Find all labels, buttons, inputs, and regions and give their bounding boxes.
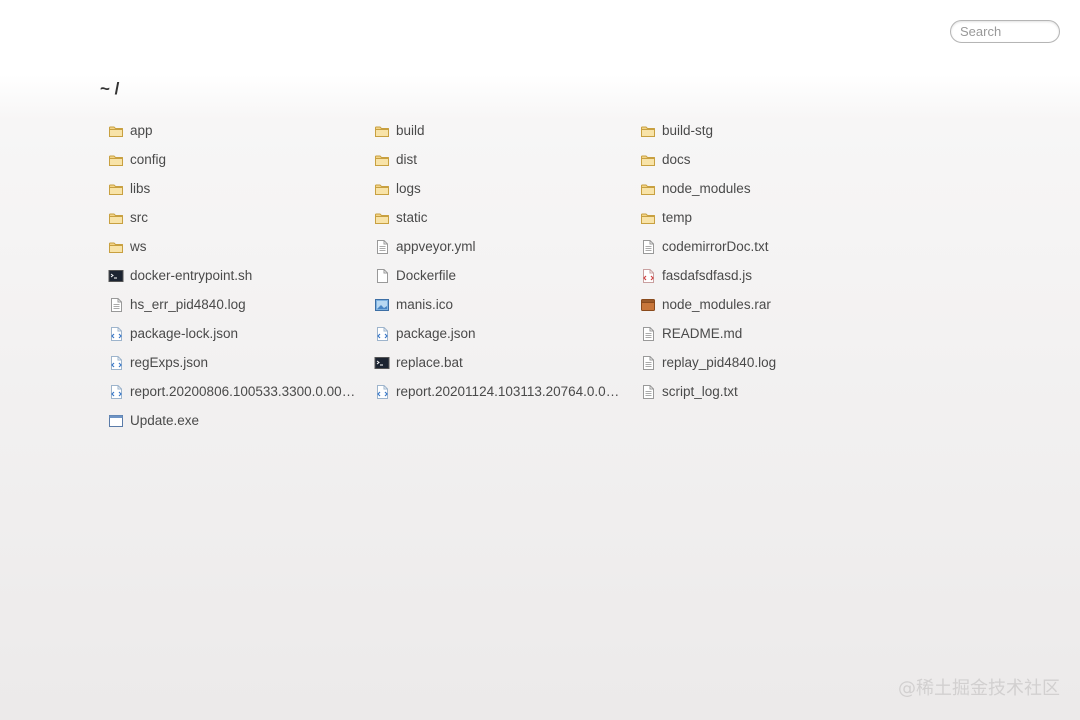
folder-icon [108,181,124,197]
file-item-appveyor-yml[interactable]: appveyor.yml [374,232,640,261]
file-item-dist[interactable]: dist [374,145,640,174]
file-item-hs-err-pid4840-log[interactable]: hs_err_pid4840.log [108,290,374,319]
file-name: app [130,123,153,138]
file-item-libs[interactable]: libs [108,174,374,203]
folder-icon [640,123,656,139]
file-name: node_modules.rar [662,297,771,312]
search-box [950,20,1060,43]
file-name: README.md [662,326,743,341]
file-item-report-20200806[interactable]: report.20200806.100533.3300.0.001.json [108,377,374,406]
folder-icon [108,123,124,139]
file-item-package-lock-json[interactable]: package-lock.json [108,319,374,348]
file-name: Update.exe [130,413,200,428]
file-item-script-log-txt[interactable]: script_log.txt [640,377,906,406]
file-name: node_modules [662,181,751,196]
code-file-icon [108,384,124,400]
window-app-icon [108,413,124,429]
archive-icon [640,297,656,313]
file-item-build-stg[interactable]: build-stg [640,116,906,145]
code-file-icon [374,326,390,342]
file-item-regexps-json[interactable]: regExps.json [108,348,374,377]
folder-icon [108,210,124,226]
file-item-static[interactable]: static [374,203,640,232]
folder-icon [374,181,390,197]
file-item-dockerfile[interactable]: Dockerfile [374,261,640,290]
file-item-fasdafsdfasd-js[interactable]: fasdafsdfasd.js [640,261,906,290]
code-file-icon [374,384,390,400]
file-item-report-20201124[interactable]: report.20201124.103113.20764.0.001.json [374,377,640,406]
folder-icon [374,210,390,226]
file-item-ws[interactable]: ws [108,232,374,261]
file-item-replace-bat[interactable]: replace.bat [374,348,640,377]
file-name: report.20200806.100533.3300.0.001.json [130,384,360,399]
text-file-icon [640,355,656,371]
file-item-codemirrordoc-txt[interactable]: codemirrorDoc.txt [640,232,906,261]
file-item-package-json[interactable]: package.json [374,319,640,348]
file-item-readme-md[interactable]: README.md [640,319,906,348]
file-name: docs [662,152,691,167]
file-name: Dockerfile [396,268,457,283]
file-name: src [130,210,148,225]
terminal-icon [108,268,124,284]
folder-icon [108,239,124,255]
folder-icon [640,181,656,197]
file-list: app build build-stg config dist docs libs logs n… [108,116,906,435]
watermark: @稀土掘金技术社区 [898,678,1060,699]
file-name: script_log.txt [662,384,738,399]
text-file-icon [108,297,124,313]
folder-icon [374,123,390,139]
file-item-node-modules-rar[interactable]: node_modules.rar [640,290,906,319]
file-item-manis-ico[interactable]: manis.ico [374,290,640,319]
blank-file-icon [374,268,390,284]
file-name: logs [396,181,421,196]
js-file-icon [640,268,656,284]
file-name: appveyor.yml [396,239,476,254]
text-file-icon [640,326,656,342]
file-name: package.json [396,326,476,341]
file-name: dist [396,152,418,167]
text-file-icon [640,384,656,400]
breadcrumb[interactable]: ~ / [100,79,119,99]
file-name: replace.bat [396,355,463,370]
file-item-docker-entrypoint-sh[interactable]: docker-entrypoint.sh [108,261,374,290]
file-item-app[interactable]: app [108,116,374,145]
folder-icon [374,152,390,168]
file-item-src[interactable]: src [108,203,374,232]
image-file-icon [374,297,390,313]
file-name: replay_pid4840.log [662,355,777,370]
folder-icon [108,152,124,168]
file-item-update-exe[interactable]: Update.exe [108,406,374,435]
file-name: config [130,152,167,167]
text-file-icon [640,239,656,255]
folder-icon [640,152,656,168]
file-item-temp[interactable]: temp [640,203,906,232]
file-name: libs [130,181,151,196]
file-name: ws [130,239,147,254]
file-name: codemirrorDoc.txt [662,239,769,254]
text-file-icon [374,239,390,255]
file-name: build [396,123,425,138]
file-item-node-modules[interactable]: node_modules [640,174,906,203]
folder-icon [640,210,656,226]
code-file-icon [108,355,124,371]
terminal-icon [374,355,390,371]
file-name: regExps.json [130,355,209,370]
file-item-docs[interactable]: docs [640,145,906,174]
file-item-logs[interactable]: logs [374,174,640,203]
file-name: temp [662,210,693,225]
file-name: static [396,210,428,225]
file-name: fasdafsdfasd.js [662,268,753,283]
file-item-build[interactable]: build [374,116,640,145]
file-name: hs_err_pid4840.log [130,297,246,312]
file-item-config[interactable]: config [108,145,374,174]
file-name: docker-entrypoint.sh [130,268,253,283]
search-input[interactable] [950,20,1060,43]
file-name: build-stg [662,123,714,138]
file-name: package-lock.json [130,326,239,341]
code-file-icon [108,326,124,342]
file-item-replay-pid4840-log[interactable]: replay_pid4840.log [640,348,906,377]
file-name: manis.ico [396,297,454,312]
file-name: report.20201124.103113.20764.0.001.json [396,384,626,399]
